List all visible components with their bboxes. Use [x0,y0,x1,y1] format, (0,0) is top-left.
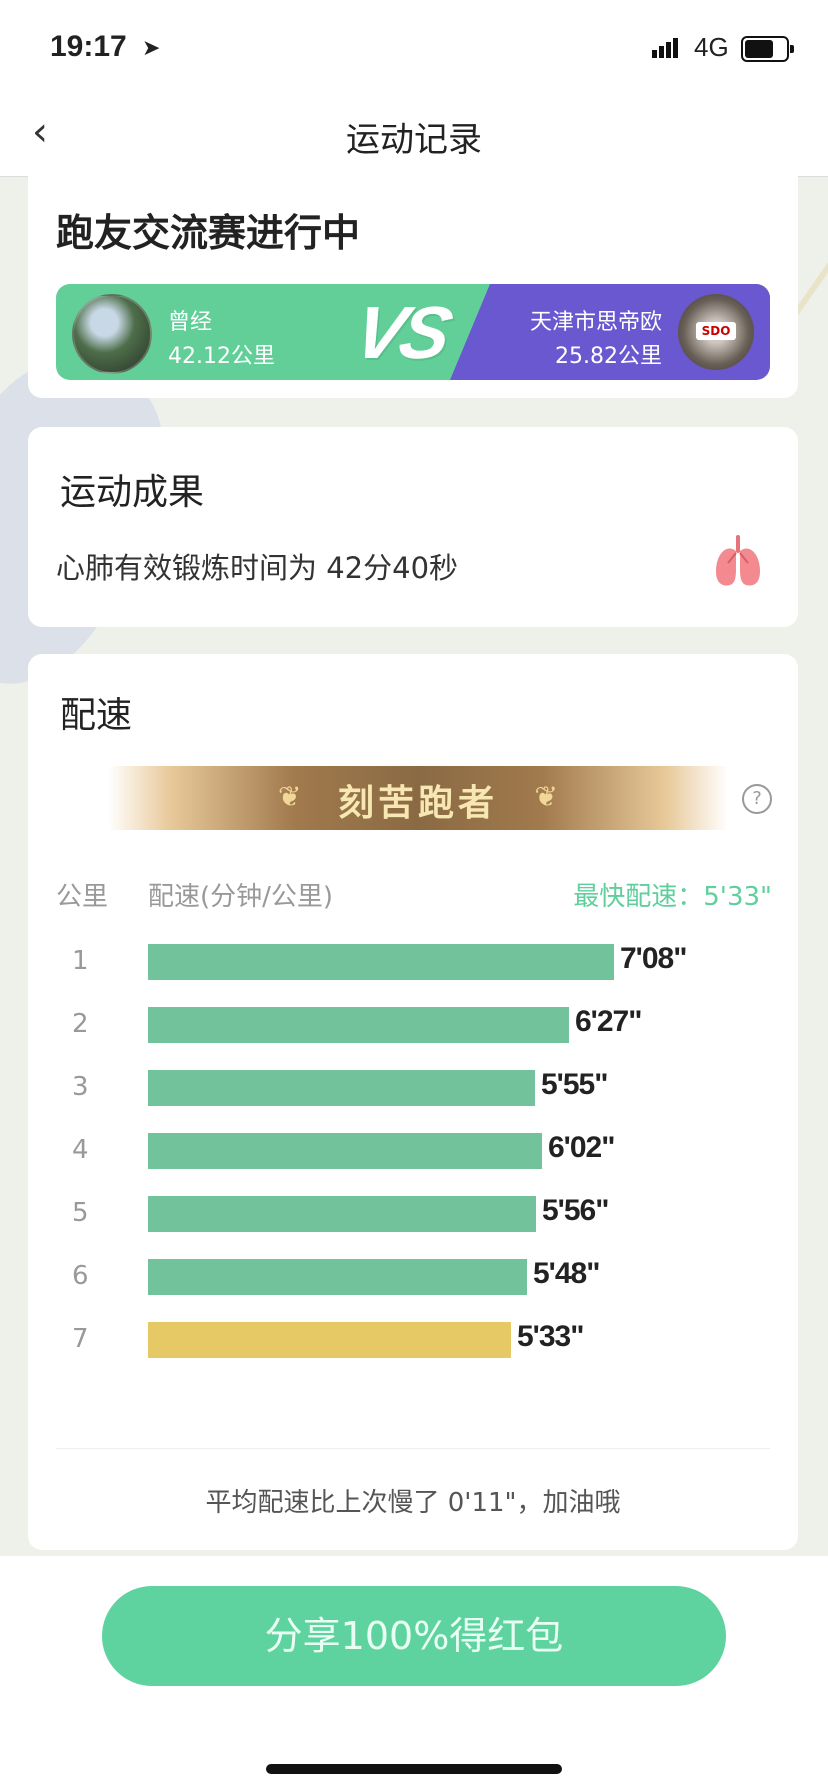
pace-heading: 配速 [60,695,133,736]
split-km: 3 [72,1072,89,1102]
signal-icon [652,38,680,58]
result-card: 运动成果 心肺有效锻炼时间为 42分40秒 [28,427,798,627]
result-heading: 运动成果 [60,472,205,513]
share-red-packet-button[interactable]: 分享100%得红包 [102,1586,726,1686]
split-km: 2 [72,1009,89,1039]
player1-avatar [72,294,152,374]
split-pace-value: 5'48" [533,1257,600,1290]
split-pace-bar [148,1322,511,1358]
player2-avatar: SDO [678,294,754,370]
lungs-icon [716,535,760,586]
column-km-header: 公里 [56,882,109,912]
help-icon[interactable]: ? [742,784,772,814]
status-time: 19:17 [50,30,127,63]
split-km: 4 [72,1135,89,1165]
wheat-icon: ❦ [534,780,558,813]
race-heading: 跑友交流赛进行中 [56,211,361,255]
split-pace-value: 6'02" [548,1131,615,1164]
split-km: 1 [72,946,89,976]
pace-split-row: 7 5'33" [28,1320,798,1358]
runner-badge: ❦ 刻苦跑者 ❦ [108,766,728,830]
badge-text: 刻苦跑者 [337,783,498,824]
split-pace-value: 7'08" [620,942,687,975]
vs-label: VS [347,291,456,374]
fastest-pace: 最快配速：5'33" [573,882,772,912]
split-pace-bar [148,1259,527,1295]
split-pace-bar [148,1007,569,1043]
pace-split-row: 1 7'08" [28,942,798,980]
player2-name: 天津市思帝欧 [529,310,662,335]
vs-bar[interactable]: 曾经 42.12公里 VS 天津市思帝欧 25.82公里 SDO [56,284,770,380]
player1-name: 曾经 [168,310,213,335]
page-title: 运动记录 [346,120,482,160]
home-indicator [266,1764,562,1774]
split-pace-bar [148,1070,535,1106]
split-pace-bar [148,1196,536,1232]
pace-split-row: 4 6'02" [28,1131,798,1169]
split-km: 7 [72,1324,89,1354]
pace-split-row: 6 5'48" [28,1257,798,1295]
pace-split-row: 5 5'56" [28,1194,798,1232]
average-pace-note: 平均配速比上次慢了 0'11"，加油哦 [205,1488,621,1518]
player2-distance: 25.82公里 [555,344,662,369]
split-km: 5 [72,1198,89,1228]
nav-bar: ‹ 运动记录 [0,90,828,177]
split-pace-value: 5'56" [542,1194,609,1227]
split-pace-value: 6'27" [575,1005,642,1038]
status-bar: 19:17 ➤ 4G [0,0,828,90]
split-km: 6 [72,1261,89,1291]
split-pace-value: 5'33" [517,1320,584,1353]
pace-splits-list: 1 7'08" 2 6'27" 3 5'55" 4 6'02" 5 5'56" 6 5'48" 7 5'3… [28,942,798,1434]
divider [56,1448,770,1449]
pace-split-row: 2 6'27" [28,1005,798,1043]
split-pace-bar [148,944,614,980]
pace-card: 配速 ❦ 刻苦跑者 ❦ ? 公里 配速(分钟/公里) 最快配速：5'33" 1 7… [28,654,798,1550]
battery-icon [741,36,794,62]
bottom-bar: 分享100%得红包 [0,1556,828,1792]
column-pace-header: 配速(分钟/公里) [148,882,334,912]
pace-split-row: 3 5'55" [28,1068,798,1106]
split-pace-bar [148,1133,542,1169]
cardio-time-text: 心肺有效锻炼时间为 42分40秒 [56,551,459,585]
split-pace-value: 5'55" [541,1068,608,1101]
player1-distance: 42.12公里 [168,344,275,369]
location-arrow-icon: ➤ [142,36,161,61]
race-card[interactable]: 跑友交流赛进行中 曾经 42.12公里 VS 天津市思帝欧 25.82公里 SD… [28,176,798,398]
network-type: 4G [694,32,729,62]
